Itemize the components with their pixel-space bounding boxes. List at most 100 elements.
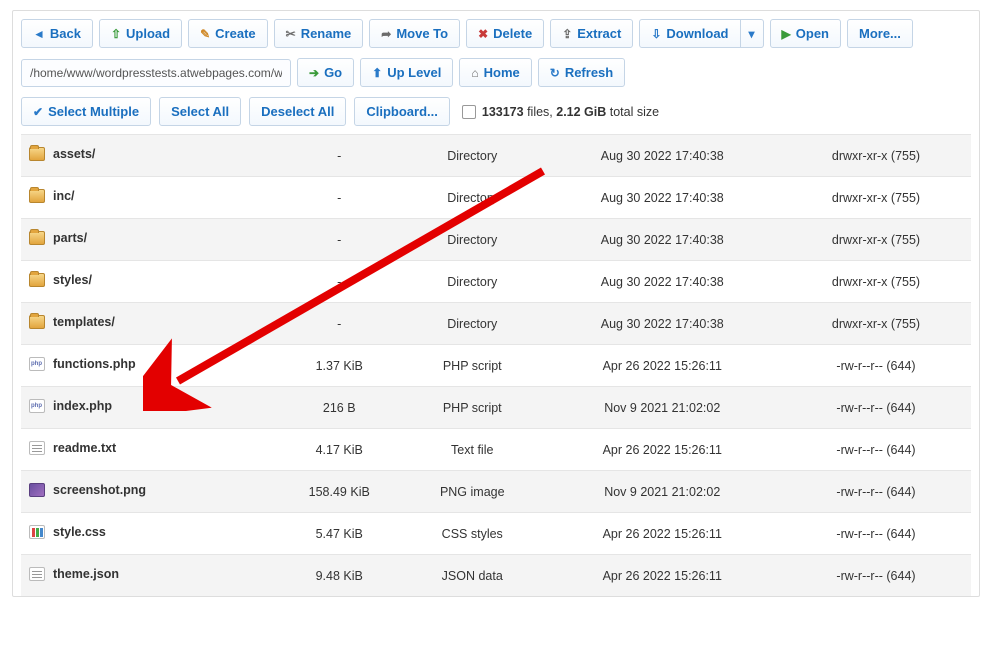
open-label: Open — [796, 26, 829, 41]
css-icon — [29, 525, 45, 539]
folder-icon — [29, 273, 45, 287]
file-perm: drwxr-xr-x (755) — [832, 149, 920, 163]
file-perm: -rw-r--r-- (644) — [836, 527, 915, 541]
table-row[interactable]: assets/ - Directory Aug 30 2022 17:40:38 drw… — [21, 135, 971, 177]
file-size: 5.47 KiB — [316, 527, 363, 541]
check-icon: ✔ — [33, 106, 43, 118]
file-date: Apr 26 2022 15:26:11 — [603, 527, 722, 541]
select-all-label: Select All — [171, 104, 229, 119]
go-label: Go — [324, 65, 342, 80]
download-dropdown-button[interactable]: ▾ — [741, 19, 764, 48]
uplevel-label: Up Level — [387, 65, 441, 80]
table-row[interactable]: screenshot.png158.49 KiBPNG imageNov 9 2… — [21, 471, 971, 513]
file-size: 9.48 KiB — [316, 569, 363, 583]
folder-icon — [29, 315, 45, 329]
file-date: Aug 30 2022 17:40:38 — [601, 191, 724, 205]
clipboard-label: Clipboard... — [366, 104, 438, 119]
deselect-all-button[interactable]: Deselect All — [249, 97, 346, 126]
file-name: readme.txt — [53, 441, 116, 455]
file-entry[interactable]: parts/ — [29, 231, 87, 245]
file-entry[interactable]: templates/ — [29, 315, 115, 329]
file-size: - — [337, 149, 341, 163]
file-entry[interactable]: inc/ — [29, 189, 75, 203]
table-row[interactable]: styles/-DirectoryAug 30 2022 17:40:38drw… — [21, 261, 971, 303]
file-perm: -rw-r--r-- (644) — [836, 569, 915, 583]
file-entry[interactable]: style.css — [29, 525, 106, 539]
select-all-button[interactable]: Select All — [159, 97, 241, 126]
file-date: Aug 30 2022 17:40:38 — [601, 149, 724, 163]
file-name: screenshot.png — [53, 483, 146, 497]
file-perm: -rw-r--r-- (644) — [836, 359, 915, 373]
file-entry[interactable]: assets/ — [29, 147, 95, 161]
table-row[interactable]: functions.php1.37 KiBPHP scriptApr 26 20… — [21, 345, 971, 387]
file-name: assets/ — [53, 147, 95, 161]
file-date: Aug 30 2022 17:40:38 — [601, 275, 724, 289]
file-entry[interactable]: styles/ — [29, 273, 92, 287]
refresh-label: Refresh — [565, 65, 613, 80]
moveto-label: Move To — [396, 26, 448, 41]
main-toolbar: ◄ Back ⇧ Upload ✎ Create ✂ Rename ➦ Move… — [21, 19, 971, 48]
go-icon: ➔ — [309, 67, 319, 79]
home-button[interactable]: ⌂ Home — [459, 58, 531, 87]
png-icon — [29, 483, 45, 497]
table-row[interactable]: index.php216 BPHP scriptNov 9 2021 21:02… — [21, 387, 971, 429]
table-row[interactable]: readme.txt4.17 KiBText fileApr 26 2022 1… — [21, 429, 971, 471]
file-perm: drwxr-xr-x (755) — [832, 275, 920, 289]
file-size: - — [337, 317, 341, 331]
file-type: Directory — [447, 149, 497, 163]
back-button[interactable]: ◄ Back — [21, 19, 93, 48]
open-button[interactable]: ▶ Open — [770, 19, 841, 48]
uplevel-button[interactable]: ⬆ Up Level — [360, 58, 453, 87]
files-icon — [462, 105, 476, 119]
file-size: 4.17 KiB — [316, 443, 363, 457]
table-row[interactable]: theme.json9.48 KiBJSON dataApr 26 2022 1… — [21, 555, 971, 597]
file-date: Aug 30 2022 17:40:38 — [601, 317, 724, 331]
table-row[interactable]: style.css5.47 KiBCSS stylesApr 26 2022 1… — [21, 513, 971, 555]
file-size: 216 B — [323, 401, 356, 415]
file-name: theme.json — [53, 567, 119, 581]
file-entry[interactable]: readme.txt — [29, 441, 116, 455]
refresh-icon: ↻ — [550, 67, 560, 79]
more-label: More... — [859, 26, 901, 41]
file-type: Directory — [447, 275, 497, 289]
table-row[interactable]: parts/-DirectoryAug 30 2022 17:40:38drwx… — [21, 219, 971, 261]
more-button[interactable]: More... — [847, 19, 913, 48]
extract-label: Extract — [577, 26, 621, 41]
path-input[interactable] — [21, 59, 291, 87]
file-date: Apr 26 2022 15:26:11 — [603, 359, 722, 373]
file-type: Directory — [447, 317, 497, 331]
download-button[interactable]: ⇩ Download — [639, 19, 740, 48]
file-perm: -rw-r--r-- (644) — [836, 443, 915, 457]
file-name: styles/ — [53, 273, 92, 287]
select-multiple-button[interactable]: ✔ Select Multiple — [21, 97, 151, 126]
table-row[interactable]: templates/ - Directory Aug 30 2022 17:40:38… — [21, 303, 971, 345]
go-button[interactable]: ➔ Go — [297, 58, 354, 87]
delete-button[interactable]: ✖ Delete — [466, 19, 544, 48]
moveto-button[interactable]: ➦ Move To — [369, 19, 460, 48]
file-entry[interactable]: index.php — [29, 399, 112, 413]
deselect-all-label: Deselect All — [261, 104, 334, 119]
table-row[interactable]: inc/-DirectoryAug 30 2022 17:40:38drwxr-… — [21, 177, 971, 219]
selection-toolbar: ✔ Select Multiple Select All Deselect Al… — [21, 97, 971, 126]
upload-label: Upload — [126, 26, 170, 41]
rename-button[interactable]: ✂ Rename — [274, 19, 364, 48]
extract-button[interactable]: ⇪ Extract — [550, 19, 633, 48]
file-date: Nov 9 2021 21:02:02 — [604, 401, 720, 415]
clipboard-button[interactable]: Clipboard... — [354, 97, 450, 126]
delete-icon: ✖ — [478, 28, 488, 40]
upload-icon: ⇧ — [111, 28, 121, 40]
file-table: assets/ - Directory Aug 30 2022 17:40:38 drw… — [21, 134, 971, 596]
create-button[interactable]: ✎ Create — [188, 19, 268, 48]
file-name: inc/ — [53, 189, 75, 203]
file-entry[interactable]: screenshot.png — [29, 483, 146, 497]
folder-icon — [29, 147, 45, 161]
download-label: Download — [666, 26, 728, 41]
stats-text: 133173 files, 2.12 GiB total size — [462, 105, 659, 119]
refresh-button[interactable]: ↻ Refresh — [538, 58, 625, 87]
stats-size: 2.12 GiB — [556, 105, 606, 119]
chevron-down-icon: ▾ — [749, 28, 755, 40]
select-multiple-label: Select Multiple — [48, 104, 139, 119]
file-entry[interactable]: theme.json — [29, 567, 119, 581]
upload-button[interactable]: ⇧ Upload — [99, 19, 182, 48]
file-entry[interactable]: functions.php — [29, 357, 136, 371]
